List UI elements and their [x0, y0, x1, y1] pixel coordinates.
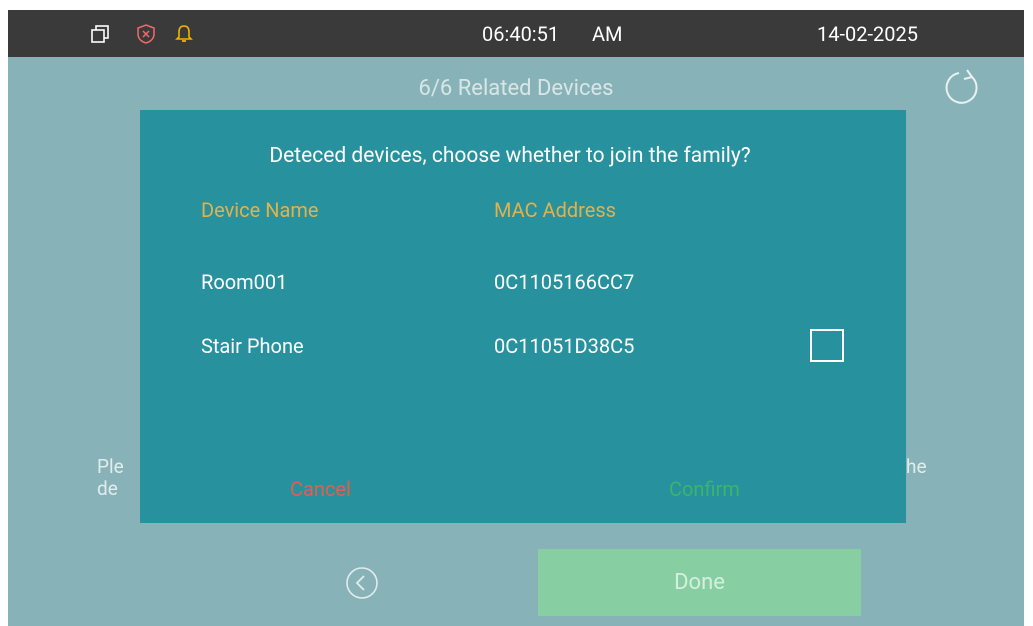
device-screen: 06:40:51 AM 14-02-2025 6/6 Related Devic… [8, 10, 1024, 626]
hint-text-right-1: he [906, 455, 927, 478]
confirm-button[interactable]: Confirm [669, 477, 740, 501]
column-header-device-name: Device Name [201, 198, 319, 222]
cancel-button[interactable]: Cancel [290, 477, 351, 501]
mac-address-cell: 0C1105166CC7 [494, 270, 635, 294]
window-restore-icon [91, 25, 109, 43]
device-name-cell: Stair Phone [201, 334, 304, 358]
shield-x-icon [137, 24, 155, 44]
device-name-cell: Room001 [201, 270, 288, 294]
related-devices-dialog: Deteced devices, choose whether to join … [140, 110, 906, 523]
dialog-title: Deteced devices, choose whether to join … [269, 144, 751, 168]
refresh-icon[interactable] [941, 67, 981, 107]
hint-text-left-2: de [97, 477, 118, 500]
page-title: 6/6 Related Devices [418, 76, 614, 101]
column-header-mac-address: MAC Address [494, 198, 617, 222]
status-ampm: AM [592, 22, 623, 46]
hint-text-left-1: Ple [97, 455, 124, 478]
back-button[interactable] [344, 565, 380, 601]
device-select-checkbox[interactable] [810, 329, 844, 362]
done-button[interactable]: Done [538, 549, 861, 616]
status-date: 14-02-2025 [817, 22, 918, 46]
status-bar: 06:40:51 AM 14-02-2025 [8, 10, 1024, 57]
status-time: 06:40:51 [482, 22, 560, 46]
mac-address-cell: 0C11051D38C5 [494, 334, 635, 358]
bell-icon [175, 25, 193, 42]
